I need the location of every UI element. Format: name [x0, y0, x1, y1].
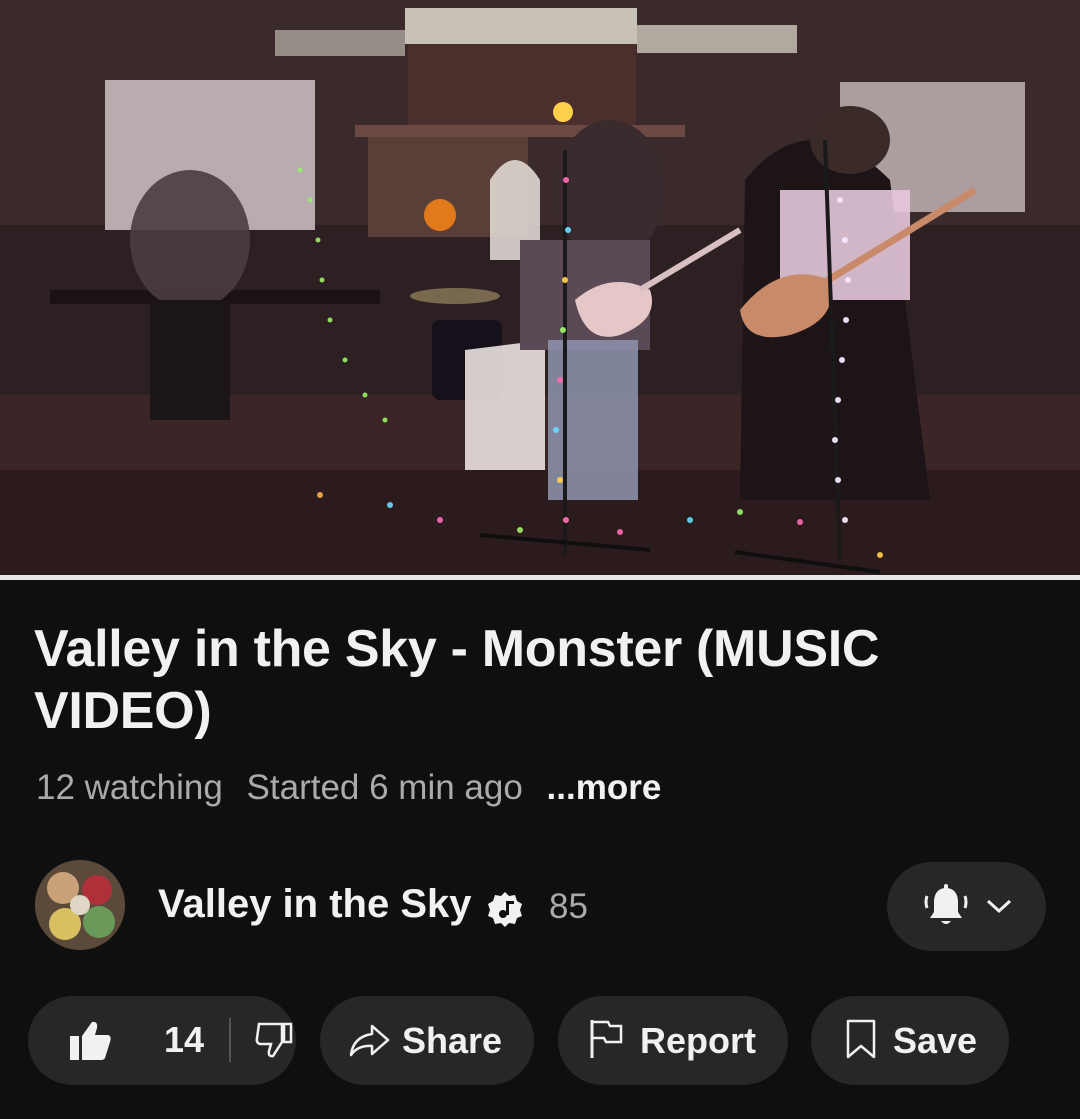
report-label: Report	[640, 1020, 756, 1061]
video-meta[interactable]: 12 watching Started 6 min ago ...more	[36, 768, 675, 808]
channel-name[interactable]: Valley in the Sky	[158, 882, 472, 927]
thumbs-up-icon[interactable]	[68, 1018, 112, 1062]
like-dislike-pill: 14	[28, 996, 296, 1085]
video-player[interactable]	[0, 0, 1080, 575]
share-label: Share	[402, 1020, 503, 1061]
like-count: 14	[164, 1019, 205, 1060]
save-label: Save	[893, 1020, 978, 1061]
action-bar: 14 Share Report Save	[0, 996, 1080, 1088]
report-button[interactable]: Report	[558, 996, 788, 1085]
started-time: Started 6 min ago	[246, 768, 523, 807]
channel-avatar[interactable]	[35, 860, 125, 950]
skull-banner	[405, 8, 637, 44]
bookmark-icon	[846, 1019, 876, 1059]
video-info-panel: Valley in the Sky - Monster (MUSIC VIDEO…	[0, 580, 1080, 1119]
more-link[interactable]: ...more	[547, 768, 662, 807]
subscriber-count: 85	[549, 887, 588, 926]
notification-bell-button[interactable]	[887, 862, 1046, 951]
share-button[interactable]: Share	[320, 996, 534, 1085]
watching-count: 12 watching	[36, 768, 223, 807]
video-frame	[0, 0, 1080, 575]
pumpkin	[424, 199, 456, 231]
flag-icon	[590, 1020, 623, 1058]
thumbs-down-icon[interactable]	[254, 1020, 294, 1060]
chevron-down-icon	[986, 899, 1012, 914]
video-title[interactable]: Valley in the Sky - Monster (MUSIC VIDEO…	[34, 618, 1034, 742]
save-button[interactable]: Save	[811, 996, 1009, 1085]
verified-music-icon	[488, 892, 522, 927]
share-arrow-icon	[349, 1024, 390, 1057]
bell-ringing-icon	[924, 884, 968, 924]
like-divider	[229, 1018, 231, 1062]
channel-row: Valley in the Sky 85	[0, 860, 1080, 952]
